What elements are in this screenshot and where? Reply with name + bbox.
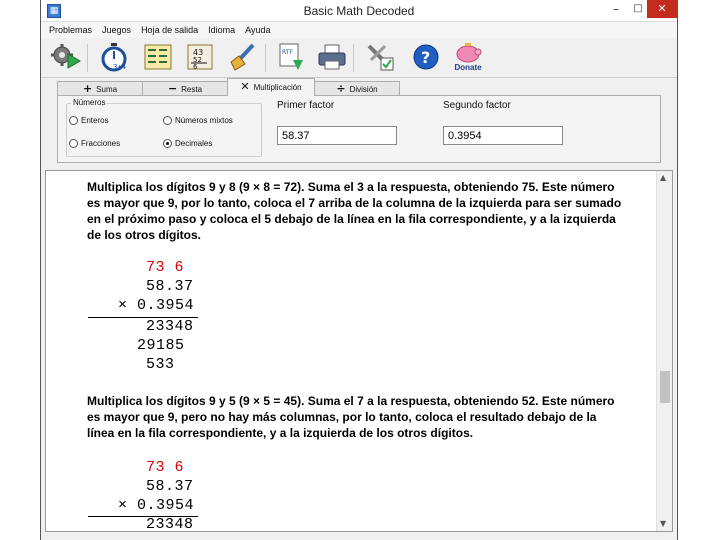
tab-label: Multiplicación [253,83,302,92]
radio-label: Enteros [81,116,109,125]
divide-icon: ÷ [336,82,346,95]
second-factor-input[interactable]: 0.3954 [443,126,563,145]
menu-idioma[interactable]: Idioma [204,22,241,38]
help-icon[interactable]: ? [411,42,441,72]
step-text: Multiplica los dígitos 9 y 8 (9 × 8 = 72… [87,180,622,242]
fractions-icon[interactable]: 43 52 6 [185,42,215,72]
step-text: Multiplica los dígitos 9 y 5 (9 × 5 = 45… [87,394,615,440]
plus-icon: + [82,82,93,95]
multiplier: × 0.3954 [118,297,195,314]
maximize-button[interactable]: □ [627,0,649,18]
times-icon: ✕ [240,80,250,93]
carry-digit: 6 [174,259,185,276]
options-panel: Números Enteros Números mixtos Fraccione… [57,95,661,163]
carry-digit: 6 [174,459,185,476]
numbers-group-label: Números [71,98,108,107]
radio-label: Fracciones [81,139,121,148]
explanation-area[interactable]: Multiplica los dígitos 9 y 8 (9 × 8 = 72… [45,170,673,532]
tab-multiplicacion[interactable]: ✕ Multiplicación [227,78,315,96]
tab-label: Suma [96,85,118,94]
radio-dot [69,139,78,148]
carry-digits: 73 [146,459,166,476]
partial-product: 23348 [146,516,194,532]
radio-numeros-mixtos[interactable]: Números mixtos [163,116,233,125]
svg-text:3•4: 3•4 [113,63,127,71]
toolbar-separator [265,44,266,72]
donate-label[interactable]: Donate [451,63,485,72]
minimize-button[interactable]: – [605,0,627,18]
timer-icon[interactable]: 3•4 [99,42,129,72]
radio-label: Decimales [175,139,213,148]
numbers-group: Números Enteros Números mixtos Fraccione… [66,98,262,157]
tab-resta[interactable]: − Resta [142,81,228,96]
radio-dot [69,116,78,125]
title-bar: ▦ Basic Math Decoded – □ ✕ [41,0,677,22]
multiplicand: 58.37 [146,278,194,295]
partial-product: 23348 [146,318,194,335]
menu-problemas[interactable]: Problemas [45,22,98,38]
vertical-scrollbar[interactable]: ▲ ▼ [656,171,672,531]
operation-tabs: + Suma − Resta ✕ Multiplicación ÷ División [41,78,677,96]
scroll-up-icon[interactable]: ▲ [660,173,666,182]
menu-juegos[interactable]: Juegos [98,22,137,38]
radio-label: Números mixtos [175,116,233,125]
settings-play-icon[interactable] [51,42,81,72]
carry-digits: 73 [146,259,166,276]
radio-fracciones[interactable]: Fracciones [69,139,120,148]
carry-row: 73 6 [146,459,184,476]
worksheet-icon[interactable] [143,42,173,72]
tab-label: División [349,85,378,94]
partial-product: 533 [146,356,175,373]
toolbar-separator [87,44,88,72]
radio-dot [163,116,172,125]
menu-ayuda[interactable]: Ayuda [241,22,276,38]
scroll-thumb[interactable] [660,371,670,403]
piggy-bank-icon[interactable]: Donate [451,42,485,72]
svg-text:?: ? [421,48,430,67]
tab-label: Resta [181,85,203,94]
second-factor-label: Segundo factor [443,100,511,111]
first-factor-label: Primer factor [277,100,335,111]
carry-row: 73 6 [146,259,184,276]
svg-text:RTF: RTF [282,49,293,56]
scroll-down-icon[interactable]: ▼ [660,519,666,528]
tools-check-icon[interactable] [365,42,395,72]
radio-dot-selected [163,139,172,148]
toolbar: 3•4 43 52 6 RTF ? Donate [41,38,677,78]
svg-text:6: 6 [193,63,198,71]
partial-product: 29185 [137,337,185,354]
eraser-brush-icon[interactable] [227,42,257,72]
toolbar-separator [353,44,354,72]
close-button[interactable]: ✕ [647,0,677,18]
first-factor-input[interactable]: 58.37 [277,126,397,145]
radio-enteros[interactable]: Enteros [69,116,109,125]
minus-icon: − [167,82,178,95]
radio-decimales[interactable]: Decimales [163,139,212,148]
multiplier: × 0.3954 [118,497,195,514]
multiplicand: 58.37 [146,478,194,495]
window-title: Basic Math Decoded [303,4,415,18]
rtf-export-icon[interactable]: RTF [275,42,305,72]
menu-hoja-de-salida[interactable]: Hoja de salida [137,22,204,38]
menu-bar: Problemas Juegos Hoja de salida Idioma A… [41,22,677,38]
tab-division[interactable]: ÷ División [314,81,400,96]
app-window: ▦ Basic Math Decoded – □ ✕ Problemas Jue… [40,0,678,540]
printer-icon[interactable] [317,42,347,72]
tab-suma[interactable]: + Suma [57,81,143,96]
